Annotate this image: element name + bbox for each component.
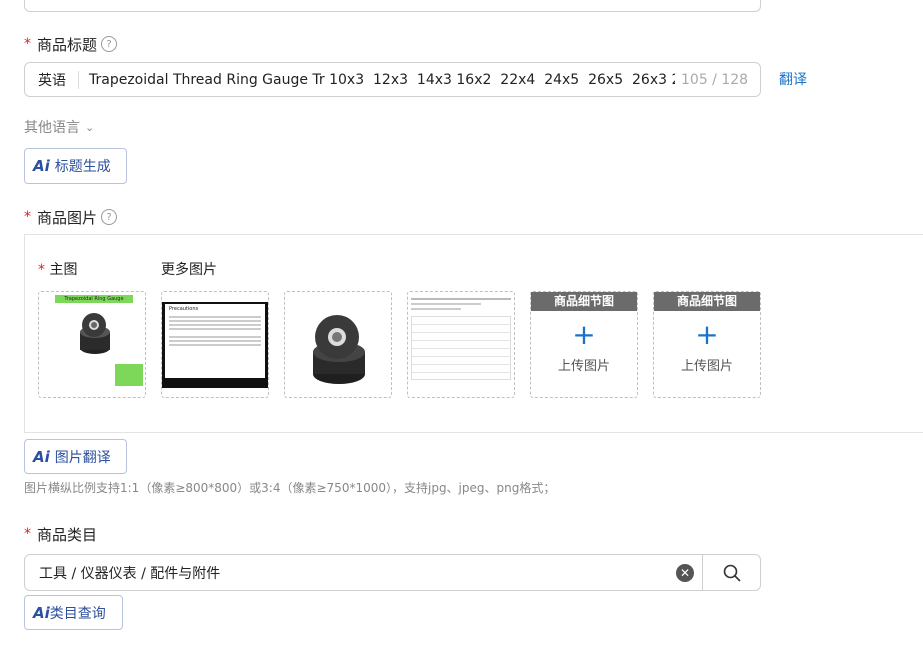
language-select[interactable]: 英语 — [25, 70, 78, 90]
title-value[interactable]: Trapezoidal Thread Ring Gauge Tr 10x3 12… — [79, 72, 675, 88]
ai-image-translate-label: 图片翻译 — [54, 449, 111, 466]
table-line — [411, 298, 511, 300]
plus-icon: + — [572, 318, 596, 351]
more-image-thumbnail-1[interactable]: Precautions — [161, 291, 269, 398]
upload-image-label: 上传图片 — [680, 359, 733, 374]
ai-icon: Ai — [33, 157, 50, 175]
ai-category-query-label: 类目查询 — [49, 605, 106, 622]
main-image-thumbnail[interactable]: Trapezoidal Ring Gauge — [38, 291, 146, 398]
required-mark: * — [24, 36, 31, 52]
document-line — [169, 328, 261, 330]
detail-image-upload-1[interactable]: 商品细节图 + 上传图片 — [530, 291, 638, 398]
main-image-label: * 主图 — [38, 259, 77, 279]
more-image-thumbnail-3[interactable] — [407, 291, 515, 398]
document-line — [169, 324, 261, 326]
table-grid — [411, 316, 511, 380]
required-mark: * — [24, 526, 31, 542]
detail-image-header: 商品细节图 — [654, 292, 760, 311]
document-line — [169, 320, 261, 322]
images-section-header: * 商品图片 ? — [24, 207, 118, 227]
ai-title-generate-label: 标题生成 — [54, 159, 111, 175]
detail-image-upload-2[interactable]: 商品细节图 + 上传图片 — [653, 291, 761, 398]
question-circle-icon[interactable]: ? — [101, 209, 118, 225]
title-input[interactable]: 英语 Trapezoidal Thread Ring Gauge Tr 10x3… — [24, 62, 761, 97]
category-section-header: * 商品类目 — [24, 524, 97, 544]
image-format-hint: 图片横纵比例支持1:1（像素≥800*800）或3:4（像素≥750*1000）… — [24, 481, 556, 495]
ai-category-query-button[interactable]: Ai 类目查询 — [24, 595, 123, 630]
title-label: 商品标题 — [37, 35, 98, 54]
ai-title-generate-button[interactable]: Ai 标题生成 — [24, 148, 127, 184]
upload-image-label: 上传图片 — [557, 359, 610, 374]
document-heading: Precautions — [169, 306, 199, 312]
ai-icon: Ai — [33, 603, 50, 622]
document-line — [169, 340, 261, 342]
ring-gauge-image — [313, 315, 365, 384]
other-languages-toggle[interactable]: 其他语言 ⌄ — [24, 117, 94, 137]
required-mark: * — [24, 209, 31, 225]
search-icon — [723, 564, 741, 582]
table-line — [411, 308, 461, 310]
category-value[interactable]: 工具 / 仪器仪表 / 配件与附件 — [25, 563, 676, 583]
char-counter: 105 / 128 — [681, 71, 749, 88]
document-line — [169, 344, 261, 346]
main-image-label-text: 主图 — [49, 262, 78, 278]
more-images-label: 更多图片 — [161, 262, 217, 278]
detail-image-header: 商品细节图 — [531, 292, 637, 311]
translate-link[interactable]: 翻译 — [779, 69, 807, 89]
other-languages-label: 其他语言 — [24, 120, 80, 136]
ai-icon: Ai — [33, 447, 50, 466]
title-section-header: * 商品标题 ? — [24, 34, 118, 54]
ring-gauge-image — [80, 313, 143, 386]
document-page: Precautions — [165, 304, 265, 378]
images-label: 商品图片 — [37, 208, 98, 227]
category-input[interactable]: 工具 / 仪器仪表 / 配件与附件 ✕ — [24, 554, 761, 591]
category-label: 商品类目 — [37, 525, 98, 544]
previous-field-input[interactable] — [24, 0, 761, 12]
document-line — [169, 316, 261, 318]
required-mark: * — [38, 262, 45, 278]
chevron-down-icon: ⌄ — [85, 120, 95, 134]
question-circle-icon[interactable]: ? — [101, 36, 118, 52]
more-image-thumbnail-2[interactable] — [284, 291, 392, 398]
spec-table-image — [411, 298, 511, 390]
document-line — [169, 336, 261, 338]
document-image: Precautions — [162, 302, 268, 388]
plus-icon: + — [695, 318, 719, 351]
ai-image-translate-button[interactable]: Ai 图片翻译 — [24, 439, 127, 474]
clear-circle-icon[interactable]: ✕ — [676, 563, 694, 582]
search-button[interactable] — [702, 555, 760, 590]
table-line — [411, 303, 481, 305]
